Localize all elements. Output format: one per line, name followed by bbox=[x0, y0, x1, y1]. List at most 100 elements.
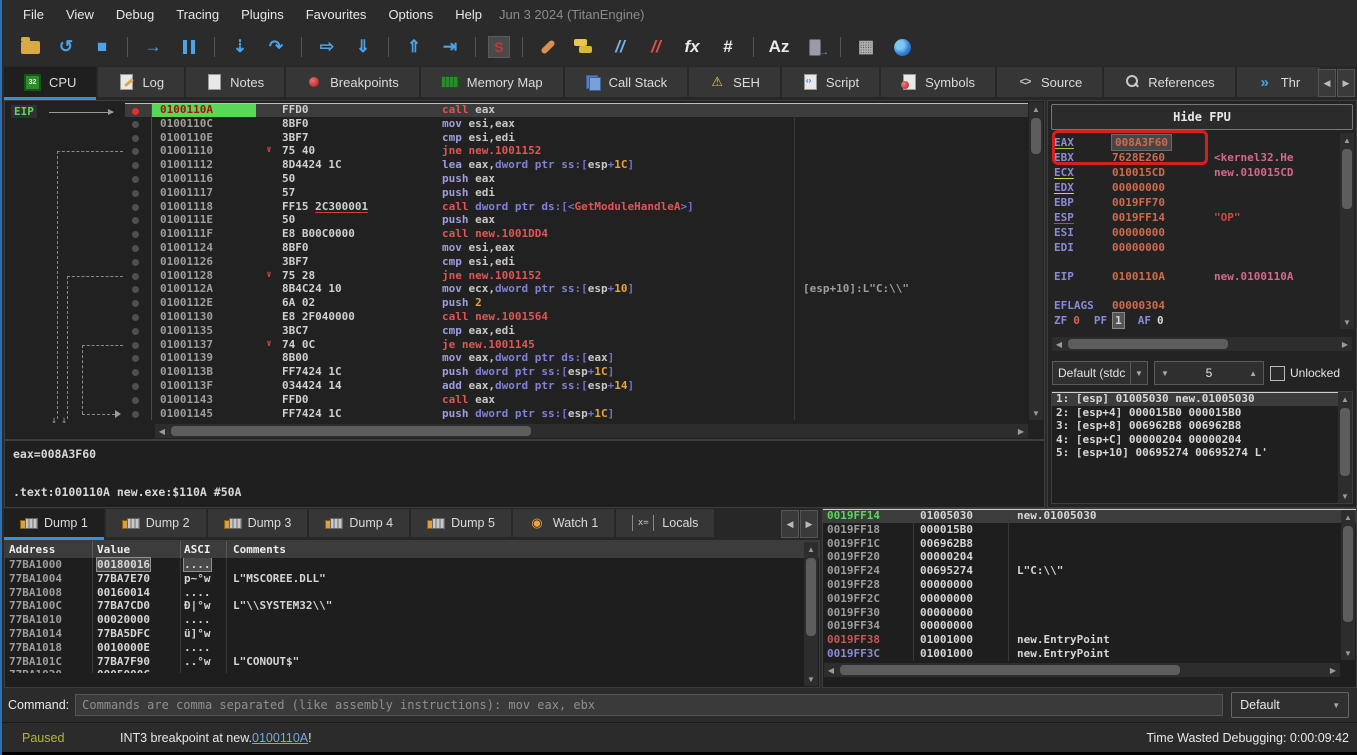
dump-scroll-left-icon[interactable]: ◀ bbox=[781, 510, 799, 538]
stop-icon[interactable]: ■ bbox=[89, 36, 115, 58]
disassembly-row[interactable]: 010011248BF0mov esi,eax bbox=[125, 241, 1028, 255]
stack-row[interactable]: 0019FF3000000000 bbox=[823, 606, 1356, 620]
tab-references[interactable]: References bbox=[1104, 67, 1234, 97]
step-into-icon[interactable]: ⇣ bbox=[227, 36, 253, 58]
stack-row[interactable]: 0019FF2C00000000 bbox=[823, 592, 1356, 606]
dump-row[interactable]: 77BA100000180016.... bbox=[5, 558, 819, 572]
menu-item-tracing[interactable]: Tracing bbox=[165, 7, 230, 22]
menu-item-help[interactable]: Help bbox=[444, 7, 493, 22]
disassembly-row[interactable]: 0100113F034424 14add eax,dword ptr ss:[e… bbox=[125, 379, 1028, 393]
tab-memory-map[interactable]: Memory Map bbox=[421, 67, 563, 97]
calculator-icon[interactable]: ▦ bbox=[853, 36, 879, 58]
restart-icon[interactable]: ↺ bbox=[53, 36, 79, 58]
tab-breakpoints[interactable]: Breakpoints bbox=[286, 67, 419, 97]
comments-icon[interactable] bbox=[571, 36, 597, 58]
run-to-user-code-icon[interactable]: ⇥ bbox=[437, 36, 463, 58]
execute-till-return-icon[interactable]: ⇑ bbox=[401, 36, 427, 58]
register-row-ecx[interactable]: ECX010015CDnew.010015CD bbox=[1054, 165, 1338, 180]
dump-scroll-right-icon[interactable]: ▶ bbox=[800, 510, 818, 538]
skip-next-icon[interactable]: S bbox=[488, 36, 510, 58]
dump-tab-dump-5[interactable]: Dump 5 bbox=[411, 509, 511, 537]
spinner-down-icon[interactable]: ▼ bbox=[1161, 369, 1169, 378]
command-line-icon[interactable]: → bbox=[802, 36, 828, 58]
tab-scroll-right-icon[interactable]: ▶ bbox=[1337, 69, 1355, 97]
patch-icon[interactable] bbox=[535, 36, 561, 58]
disassembly-row[interactable]: 0100111E50push eax bbox=[125, 213, 1028, 227]
tab-scroll-left-icon[interactable]: ◀ bbox=[1318, 69, 1336, 97]
spinner-up-icon[interactable]: ▲ bbox=[1249, 369, 1257, 378]
dump-tab-locals[interactable]: x=Locals bbox=[616, 509, 714, 537]
disassembly-row[interactable]: 01001110∨75 40jne new.1001152 bbox=[125, 144, 1028, 158]
menu-item-options[interactable]: Options bbox=[377, 7, 444, 22]
register-row-esi[interactable]: ESI00000000 bbox=[1054, 225, 1338, 240]
disassembly-row[interactable]: 0100112A8B4C24 10mov ecx,dword ptr ss:[e… bbox=[125, 282, 1028, 296]
register-row-eflags[interactable]: EFLAGS00000304 bbox=[1054, 298, 1338, 313]
pause-icon[interactable] bbox=[176, 36, 202, 58]
tab-source[interactable]: <>Source bbox=[997, 67, 1102, 97]
disassembly-row[interactable]: 0100110C8BF0mov esi,eax bbox=[125, 117, 1028, 131]
tab-cpu[interactable]: 32CPU bbox=[4, 67, 96, 100]
command-input[interactable] bbox=[75, 694, 1223, 716]
register-row-edx[interactable]: EDX00000000 bbox=[1054, 180, 1338, 195]
stack-row[interactable]: 0019FF2000000204 bbox=[823, 550, 1356, 564]
dump-tab-dump-4[interactable]: Dump 4 bbox=[309, 509, 409, 537]
stack-row[interactable]: 0019FF3400000000 bbox=[823, 619, 1356, 633]
dump-tab-dump-2[interactable]: Dump 2 bbox=[106, 509, 206, 537]
dump-row[interactable]: 77BA10180010000E.... bbox=[5, 641, 819, 655]
tab-seh[interactable]: ⚠SEH bbox=[689, 67, 780, 97]
disassembly-row[interactable]: 010011128D4424 1Clea eax,dword ptr ss:[e… bbox=[125, 158, 1028, 172]
argument-row[interactable]: 3: [esp+8] 006962B8 006962B8 bbox=[1052, 419, 1352, 433]
argument-row[interactable]: 4: [esp+C] 00000204 00000204 bbox=[1052, 433, 1352, 447]
menu-item-plugins[interactable]: Plugins bbox=[230, 7, 295, 22]
stack-row[interactable]: 0019FF1C006962B8 bbox=[823, 537, 1356, 551]
unlocked-checkbox[interactable]: Unlocked bbox=[1270, 366, 1340, 381]
registers-vscrollbar[interactable]: ▲ ▼ bbox=[1340, 133, 1354, 329]
menu-item-favourites[interactable]: Favourites bbox=[295, 7, 378, 22]
disassembly-row[interactable]: 010011398B00mov eax,dword ptr ds:[eax] bbox=[125, 351, 1028, 365]
stack-row[interactable]: 0019FF2400695274L"C:\\" bbox=[823, 564, 1356, 578]
disassembly-row[interactable]: 01001137∨74 0Cje new.1001145 bbox=[125, 338, 1028, 352]
tab-symbols[interactable]: Symbols bbox=[881, 67, 995, 97]
dump-vscrollbar[interactable]: ▲ ▼ bbox=[804, 542, 818, 686]
trace-into-icon[interactable]: ⇨ bbox=[314, 36, 340, 58]
menu-item-view[interactable]: View bbox=[55, 7, 105, 22]
register-row-esp[interactable]: ESP0019FF14"OP" bbox=[1054, 210, 1338, 225]
tab-log[interactable]: Log bbox=[98, 67, 184, 97]
stack-vscrollbar[interactable]: ▲ ▼ bbox=[1341, 510, 1355, 660]
disassembly-row[interactable]: 0100110E3BF7cmp esi,edi bbox=[125, 131, 1028, 145]
dump-header-address[interactable]: Address bbox=[5, 541, 93, 558]
disassembly-row[interactable]: 01001128∨75 28jne new.1001152 bbox=[125, 269, 1028, 283]
disassembly-row[interactable]: 010011263BF7cmp esi,edi bbox=[125, 255, 1028, 269]
dump-header-value[interactable]: Value bbox=[93, 541, 181, 558]
disassembly-row[interactable]: 01001130E8 2F040000call new.1001564 bbox=[125, 310, 1028, 324]
argument-row[interactable]: 1: [esp] 01005030 new.01005030 bbox=[1052, 392, 1352, 406]
stack-row[interactable]: 0019FF18000015B0 bbox=[823, 523, 1356, 537]
tab-script[interactable]: ‹›Script bbox=[782, 67, 879, 97]
hide-fpu-button[interactable]: Hide FPU bbox=[1051, 104, 1353, 130]
disassembly-row[interactable]: 0100111757push edi bbox=[125, 186, 1028, 200]
calling-convention-select[interactable]: Default (stdc ▼ bbox=[1052, 361, 1148, 385]
stack-row[interactable]: 0019FF3C01001000new.EntryPoint bbox=[823, 647, 1356, 661]
register-row-ebp[interactable]: EBP0019FF70 bbox=[1054, 195, 1338, 210]
disassembly-row[interactable]: 01001118FF15 2C300001call dword ptr ds:[… bbox=[125, 200, 1028, 214]
globe-icon[interactable] bbox=[889, 36, 915, 58]
stack-hscrollbar[interactable]: ◀ ▶ bbox=[824, 663, 1340, 677]
detach-icon[interactable]: // bbox=[643, 36, 669, 58]
disassembly-row[interactable]: 0100111FE8 B00C0000call new.1001DD4 bbox=[125, 227, 1028, 241]
registers-hscrollbar[interactable]: ◀ ▶ bbox=[1052, 337, 1352, 351]
checkbox-icon[interactable] bbox=[1270, 366, 1285, 381]
dump-row[interactable]: 77BA101477BA5DFCü]°w bbox=[5, 627, 819, 641]
dump-header-asci[interactable]: ASCI bbox=[181, 541, 227, 558]
dump-tab-watch-1[interactable]: ◉Watch 1 bbox=[513, 509, 614, 537]
threads-icon[interactable]: // bbox=[607, 36, 633, 58]
disassembly-row[interactable]: 010011353BC7cmp eax,edi bbox=[125, 324, 1028, 338]
dump-row[interactable]: 77BA101000020000.... bbox=[5, 613, 819, 627]
dump-row[interactable]: 77BA100800160014.... bbox=[5, 586, 819, 600]
disassembly-row[interactable]: 01001145FF7424 1Cpush dword ptr ss:[esp+… bbox=[125, 407, 1028, 421]
breakpoint-address-link[interactable]: 0100110A bbox=[252, 731, 308, 745]
arguments-vscrollbar[interactable]: ▲ ▼ bbox=[1338, 392, 1352, 503]
dump-row[interactable]: 77BA10200005000C bbox=[5, 668, 819, 673]
open-file-icon[interactable] bbox=[17, 36, 43, 58]
fx-icon[interactable]: fx bbox=[679, 36, 705, 58]
argument-row[interactable]: 5: [esp+10] 00695274 00695274 L' bbox=[1052, 446, 1352, 460]
